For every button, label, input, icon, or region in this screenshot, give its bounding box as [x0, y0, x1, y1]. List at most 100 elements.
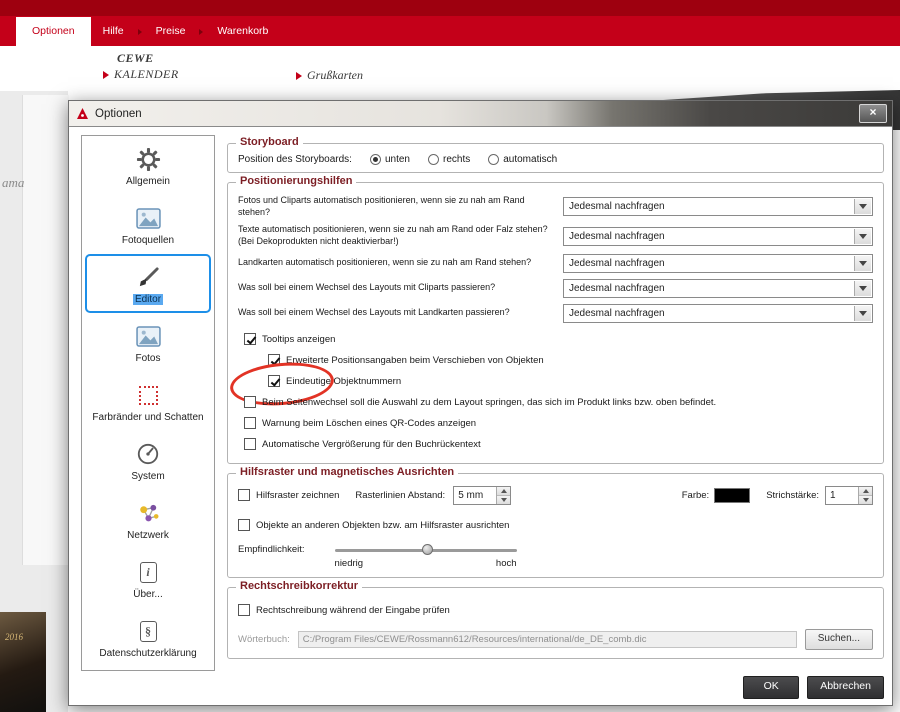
checkbox-label: Hilfsraster zeichnen	[256, 490, 339, 501]
background-text-fragment: ama	[2, 175, 24, 191]
checkbox[interactable]	[238, 489, 250, 501]
dropdown-layout-landkarten[interactable]: Jedesmal nachfragen	[563, 304, 873, 323]
app-root: Optionen Hilfe Preise Warenkorb CEWE KAL…	[0, 0, 900, 712]
sidebar-item-label: System	[129, 471, 166, 482]
checkbox[interactable]	[238, 604, 250, 616]
menu-item-warenkorb[interactable]: Warenkorb	[205, 17, 280, 46]
sidebar-item-farbraender[interactable]: Farbränder und Schatten	[85, 372, 211, 431]
menu-item-hilfe[interactable]: Hilfe	[91, 17, 136, 46]
checkbox[interactable]	[268, 354, 280, 366]
menu-row: Optionen Hilfe Preise Warenkorb	[0, 17, 900, 46]
dropdown-landkarten[interactable]: Jedesmal nachfragen	[563, 254, 873, 273]
sidebar-item-label: Fotoquellen	[120, 235, 176, 246]
checkbox[interactable]	[244, 396, 256, 408]
sidebar-item-label: Datenschutzerklärung	[97, 648, 198, 659]
checkbox-label: Erweiterte Positionsangaben beim Verschi…	[286, 355, 544, 366]
sensitivity-slider[interactable]: niedrig hoch	[335, 544, 517, 569]
app-header: CEWE KALENDER Grußkarten	[0, 46, 900, 91]
positioning-row: Was soll bei einem Wechsel des Layouts m…	[238, 304, 873, 323]
brand-line1: CEWE	[117, 51, 179, 66]
dropdown-texte[interactable]: Jedesmal nachfragen	[563, 227, 873, 246]
row-label: Was soll bei einem Wechsel des Layouts m…	[238, 307, 563, 319]
dropdown-layout-cliparts[interactable]: Jedesmal nachfragen	[563, 279, 873, 298]
top-menu-bar: Optionen Hilfe Preise Warenkorb	[0, 0, 900, 46]
chevron-down-icon[interactable]	[854, 306, 871, 321]
radio-icon[interactable]	[428, 154, 439, 165]
sidebar-item-ueber[interactable]: Über...	[85, 549, 211, 608]
dictionary-path-field[interactable]: C:/Program Files/CEWE/Rossmann612/Resour…	[298, 631, 797, 648]
dropdown-value: Jedesmal nachfragen	[564, 308, 665, 319]
radio-icon[interactable]	[488, 154, 499, 165]
sidebar-item-datenschutz[interactable]: Datenschutzerklärung	[85, 608, 211, 667]
sidebar-item-label: Farbränder und Schatten	[90, 412, 205, 423]
dialog-body: Allgemein Fotoquellen	[69, 127, 892, 705]
row-sublabel: (Bei Dekoprodukten nicht deaktivierbar!)	[238, 236, 555, 248]
dialog-titlebar[interactable]: Optionen ×	[69, 101, 892, 127]
radio-unten[interactable]: unten	[370, 154, 410, 165]
checkbox-row-objektnummern[interactable]: Eindeutige Objektnummern	[268, 371, 873, 392]
spinner-down-icon[interactable]	[497, 496, 510, 504]
checkbox-row-tooltips[interactable]: Tooltips anzeigen	[244, 329, 873, 350]
breadcrumb-text: Grußkarten	[307, 68, 363, 83]
checkbox-row-ausrichten[interactable]: Objekte an anderen Objekten bzw. am Hilf…	[238, 515, 873, 536]
radio-label: rechts	[443, 154, 470, 165]
brand-line2-text: KALENDER	[114, 67, 179, 82]
slider-high-label: hoch	[496, 558, 517, 569]
slider-thumb[interactable]	[422, 544, 433, 555]
checkbox-row-seitenwechsel[interactable]: Beim Seitenwechsel soll die Auswahl zu d…	[244, 392, 873, 413]
dialog-button-row: OK Abbrechen	[743, 676, 884, 699]
sidebar-item-fotoquellen[interactable]: Fotoquellen	[85, 195, 211, 254]
slider-track[interactable]	[335, 549, 517, 552]
farbe-label: Farbe:	[682, 490, 709, 501]
sidebar-item-allgemein[interactable]: Allgemein	[85, 136, 211, 195]
image-icon	[136, 203, 161, 233]
brush-icon	[136, 262, 161, 292]
chevron-down-icon[interactable]	[854, 199, 871, 214]
checkbox-row-positionsangaben[interactable]: Erweiterte Positionsangaben beim Verschi…	[268, 350, 873, 371]
suchen-button[interactable]: Suchen...	[805, 629, 873, 650]
tab-optionen[interactable]: Optionen	[16, 17, 91, 46]
checkbox[interactable]	[238, 519, 250, 531]
breadcrumb[interactable]: Grußkarten	[296, 68, 363, 83]
top-dark-strip	[0, 0, 900, 16]
checkbox-label: Objekte an anderen Objekten bzw. am Hilf…	[256, 520, 509, 531]
checkbox-hilfsraster[interactable]: Hilfsraster zeichnen	[238, 489, 339, 501]
network-icon	[136, 498, 161, 528]
sidebar-item-netzwerk[interactable]: Netzwerk	[85, 490, 211, 549]
checkbox[interactable]	[244, 417, 256, 429]
radio-rechts[interactable]: rechts	[428, 154, 470, 165]
chevron-right-icon	[296, 72, 302, 80]
color-swatch[interactable]	[714, 488, 750, 503]
close-icon[interactable]: ×	[859, 104, 887, 123]
checkbox-row-buchruecken[interactable]: Automatische Vergrößerung für den Buchrü…	[244, 434, 873, 455]
checkbox[interactable]	[244, 438, 256, 450]
chevron-down-icon[interactable]	[854, 256, 871, 271]
group-storyboard: Storyboard Position des Storyboards: unt…	[227, 143, 884, 173]
rasterlinien-spinner[interactable]: 5 mm	[453, 486, 511, 505]
checkbox[interactable]	[244, 333, 256, 345]
sidebar-item-fotos[interactable]: Fotos	[85, 313, 211, 372]
sidebar-item-editor[interactable]: Editor	[85, 254, 211, 313]
dropdown-fotos-cliparts[interactable]: Jedesmal nachfragen	[563, 197, 873, 216]
spinner-up-icon[interactable]	[859, 487, 872, 496]
menu-item-preise[interactable]: Preise	[144, 17, 198, 46]
chevron-down-icon[interactable]	[854, 229, 871, 244]
sidebar-item-label: Editor	[133, 294, 163, 305]
spinner-down-icon[interactable]	[859, 496, 872, 504]
sidebar-item-system[interactable]: System	[85, 431, 211, 490]
strichstaerke-spinner[interactable]: 1	[825, 486, 873, 505]
cancel-button[interactable]: Abbrechen	[807, 676, 884, 699]
ok-button[interactable]: OK	[743, 676, 799, 699]
radio-icon[interactable]	[370, 154, 381, 165]
checkbox-row-qr-warnung[interactable]: Warnung beim Löschen eines QR-Codes anze…	[244, 413, 873, 434]
row-label: Texte automatisch positionieren, wenn si…	[238, 224, 563, 247]
calendar-thumbnail[interactable]: 2016	[0, 612, 46, 712]
spinner-up-icon[interactable]	[497, 487, 510, 496]
checkbox[interactable]	[268, 375, 280, 387]
chevron-down-icon[interactable]	[854, 281, 871, 296]
radio-automatisch[interactable]: automatisch	[488, 154, 557, 165]
group-title: Rechtschreibkorrektur	[236, 580, 362, 592]
slider-low-label: niedrig	[335, 558, 364, 569]
radio-label: unten	[385, 154, 410, 165]
checkbox-row-rechtschreibung[interactable]: Rechtschreibung während der Eingabe prüf…	[238, 600, 873, 621]
